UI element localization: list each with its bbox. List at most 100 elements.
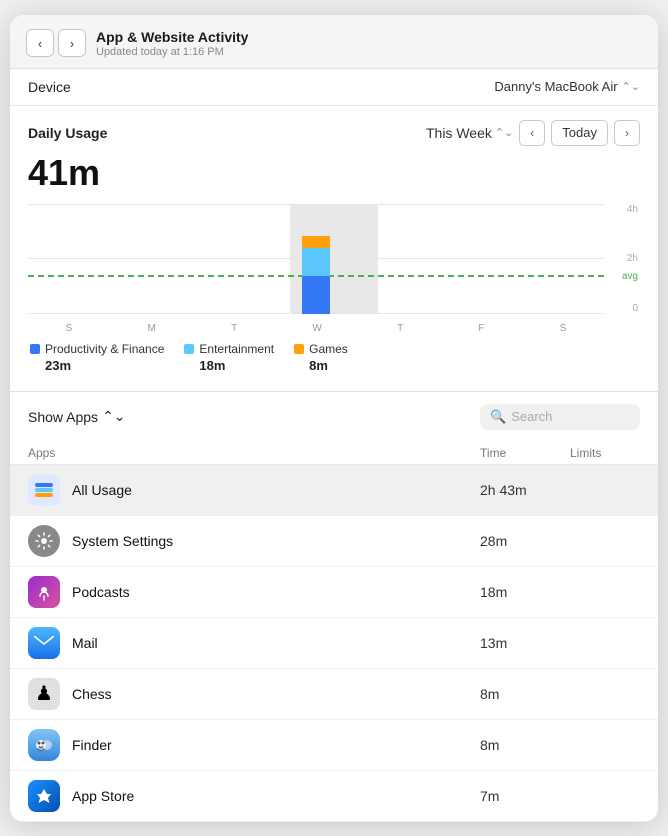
finder-name: Finder <box>72 737 480 753</box>
bar-entertainment <box>302 248 330 276</box>
day-s2: S <box>560 323 567 334</box>
col-time-header: Time <box>480 446 570 460</box>
legend-entertainment-top: Entertainment <box>184 342 274 356</box>
bar-games <box>302 236 330 248</box>
chart-section: Daily Usage This Week ⌃⌄ ‹ Today › 41m <box>10 106 658 391</box>
day-labels: S M T W T F S <box>28 323 604 334</box>
system-settings-name: System Settings <box>72 533 480 549</box>
podcasts-icon <box>28 576 60 608</box>
app-store-time: 7m <box>480 788 570 804</box>
system-settings-time: 28m <box>480 533 570 549</box>
col-limits-header: Limits <box>570 446 640 460</box>
app-row-chess[interactable]: ♟ Chess 8m <box>10 669 658 720</box>
device-row: Device Danny's MacBook Air ⌃⌄ <box>10 69 658 106</box>
chess-emoji: ♟ <box>35 681 53 706</box>
chart-header: Daily Usage This Week ⌃⌄ ‹ Today › <box>28 120 640 146</box>
table-header: Apps Time Limits <box>10 442 658 465</box>
apps-section: Show Apps ⌃⌄ 🔍 Apps Time Limits <box>10 391 658 822</box>
show-apps-label: Show Apps <box>28 409 98 425</box>
day-m: M <box>148 323 156 334</box>
bar-stack-w <box>302 234 330 314</box>
day-w: W <box>312 323 321 334</box>
podcasts-name: Podcasts <box>72 584 480 600</box>
app-store-icon <box>28 780 60 812</box>
mail-icon <box>28 627 60 659</box>
titlebar-text: App & Website Activity Updated today at … <box>96 29 642 58</box>
forward-button[interactable]: › <box>58 29 86 57</box>
games-dot <box>294 344 304 354</box>
chess-name: Chess <box>72 686 480 702</box>
day-t2: T <box>397 323 403 334</box>
legend-entertainment: Entertainment 18m <box>184 342 274 373</box>
chart-bars <box>28 204 604 314</box>
y-label-2h: 2h <box>627 253 638 264</box>
chart-legend: Productivity & Finance 23m Entertainment… <box>28 342 640 373</box>
mail-name: Mail <box>72 635 480 651</box>
daily-usage-value: 41m <box>28 152 640 194</box>
day-t1: T <box>231 323 237 334</box>
week-label: This Week <box>426 125 492 141</box>
all-usage-icon <box>28 474 60 506</box>
y-labels: 4h 2h 0 <box>627 204 640 314</box>
y-label-4h: 4h <box>627 204 638 215</box>
finder-time: 8m <box>480 737 570 753</box>
productivity-label: Productivity & Finance <box>45 342 164 356</box>
back-button[interactable]: ‹ <box>26 29 54 57</box>
system-settings-icon <box>28 525 60 557</box>
legend-productivity: Productivity & Finance 23m <box>30 342 164 373</box>
app-row-app-store[interactable]: App Store 7m <box>10 771 658 822</box>
productivity-time: 23m <box>45 358 164 373</box>
next-week-button[interactable]: › <box>614 120 640 146</box>
device-selector[interactable]: Danny's MacBook Air ⌃⌄ <box>494 79 640 94</box>
show-apps-chevron-icon: ⌃⌄ <box>102 408 125 425</box>
search-input[interactable] <box>511 409 630 424</box>
chart-area: avg <box>28 204 640 334</box>
search-icon: 🔍 <box>490 409 506 425</box>
day-f: F <box>478 323 484 334</box>
legend-games-top: Games <box>294 342 348 356</box>
titlebar-title: App & Website Activity <box>96 29 642 45</box>
today-button[interactable]: Today <box>551 120 608 146</box>
y-label-0: 0 <box>632 303 638 314</box>
bar-w <box>275 234 356 314</box>
entertainment-dot <box>184 344 194 354</box>
titlebar-subtitle: Updated today at 1:16 PM <box>96 46 642 58</box>
week-chevron-icon: ⌃⌄ <box>495 126 513 139</box>
apps-header: Show Apps ⌃⌄ 🔍 <box>10 392 658 442</box>
col-apps-header: Apps <box>28 446 480 460</box>
app-row-mail[interactable]: Mail 13m <box>10 618 658 669</box>
mail-time: 13m <box>480 635 570 651</box>
games-time: 8m <box>309 358 348 373</box>
all-usage-name: All Usage <box>72 482 480 498</box>
productivity-dot <box>30 344 40 354</box>
finder-icon <box>28 729 60 761</box>
show-apps-button[interactable]: Show Apps ⌃⌄ <box>28 408 126 425</box>
device-name: Danny's MacBook Air <box>494 79 617 94</box>
week-nav: This Week ⌃⌄ ‹ Today › <box>426 120 640 146</box>
forward-icon: › <box>70 36 74 51</box>
nav-buttons: ‹ › <box>26 29 86 57</box>
games-label: Games <box>309 342 348 356</box>
app-row-system-settings[interactable]: System Settings 28m <box>10 516 658 567</box>
bar-productivity <box>302 276 330 314</box>
app-row-all-usage[interactable]: All Usage 2h 43m <box>10 465 658 516</box>
legend-productivity-top: Productivity & Finance <box>30 342 164 356</box>
all-usage-time: 2h 43m <box>480 482 570 498</box>
week-selector[interactable]: This Week ⌃⌄ <box>426 125 513 141</box>
device-label: Device <box>28 79 71 95</box>
daily-usage-label: Daily Usage <box>28 125 107 141</box>
app-row-podcasts[interactable]: Podcasts 18m <box>10 567 658 618</box>
back-icon: ‹ <box>38 36 42 51</box>
entertainment-label: Entertainment <box>199 342 274 356</box>
chess-time: 8m <box>480 686 570 702</box>
podcasts-time: 18m <box>480 584 570 600</box>
legend-games: Games 8m <box>294 342 348 373</box>
main-window: ‹ › App & Website Activity Updated today… <box>10 15 658 822</box>
day-s1: S <box>66 323 73 334</box>
search-box[interactable]: 🔍 <box>480 404 640 430</box>
entertainment-time: 18m <box>199 358 274 373</box>
app-row-finder[interactable]: Finder 8m <box>10 720 658 771</box>
chess-icon: ♟ <box>28 678 60 710</box>
device-chevron-icon: ⌃⌄ <box>622 80 640 93</box>
prev-week-button[interactable]: ‹ <box>519 120 545 146</box>
